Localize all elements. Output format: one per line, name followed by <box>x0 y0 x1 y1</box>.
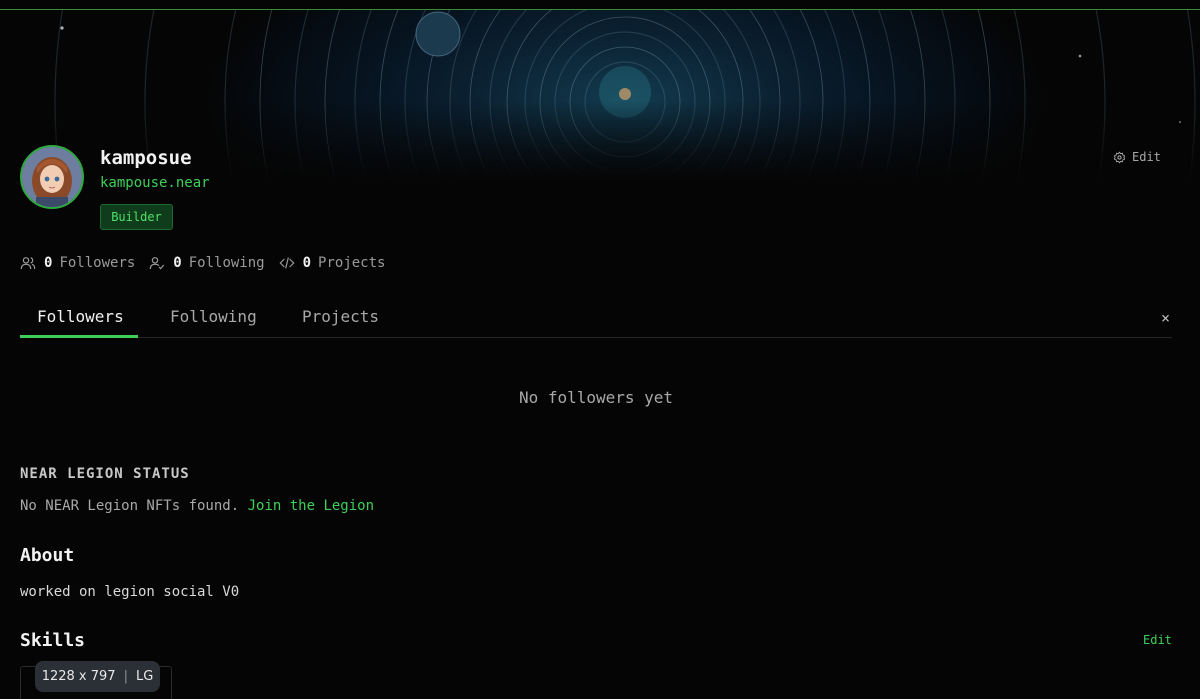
close-tabs-button[interactable]: × <box>1161 309 1170 327</box>
edit-profile-button[interactable]: Edit <box>1113 150 1161 164</box>
avatar-image <box>22 147 82 207</box>
viewport-size-indicator: 1228 x 797 | LG <box>35 661 160 692</box>
about-heading: About <box>20 545 75 566</box>
stat-projects[interactable]: 0 Projects <box>279 255 386 271</box>
viewport-size: 1228 x 797 <box>41 669 116 684</box>
followers-label: Followers <box>59 255 136 271</box>
skills-heading: Skills <box>20 630 86 651</box>
user-check-icon <box>150 257 165 270</box>
viewport-breakpoint: LG <box>135 669 154 684</box>
avatar[interactable] <box>20 145 84 209</box>
profile-stats: 0 Followers 0 Following 0 Projects <box>20 255 399 271</box>
legion-status-text: No NEAR Legion NFTs found. Join the Legi… <box>20 498 374 514</box>
viewport-separator: | <box>123 669 128 684</box>
edit-profile-label: Edit <box>1132 150 1161 164</box>
profile-page: kamposue kampouse.near Builder Edit 0 Fo… <box>0 0 1200 699</box>
profile-tabs: Followers Following Projects <box>20 298 1172 338</box>
tab-followers[interactable]: Followers <box>37 307 124 326</box>
edit-skills-button[interactable]: Edit <box>1143 633 1172 647</box>
stat-followers[interactable]: 0 Followers <box>20 255 135 271</box>
tab-following[interactable]: Following <box>170 307 257 326</box>
legion-status-message: No NEAR Legion NFTs found. <box>20 498 240 514</box>
about-text: worked on legion social V0 <box>20 584 240 600</box>
empty-followers-message: No followers yet <box>518 388 674 407</box>
following-label: Following <box>188 255 265 271</box>
followers-count: 0 <box>44 255 53 271</box>
role-badge: Builder <box>100 204 173 230</box>
join-legion-link[interactable]: Join the Legion <box>248 498 374 514</box>
following-count: 0 <box>173 255 182 271</box>
profile-account-id: kampouse.near <box>100 175 210 191</box>
legion-status-heading: NEAR LEGION STATUS <box>20 466 190 482</box>
profile-username: kamposue <box>100 147 192 169</box>
projects-count: 0 <box>302 255 312 271</box>
gear-icon <box>1113 151 1126 163</box>
users-icon <box>20 257 36 270</box>
projects-label: Projects <box>318 255 386 271</box>
active-tab-indicator <box>20 335 138 338</box>
code-icon <box>279 257 295 269</box>
tab-projects[interactable]: Projects <box>302 307 379 326</box>
stat-following[interactable]: 0 Following <box>149 255 265 271</box>
